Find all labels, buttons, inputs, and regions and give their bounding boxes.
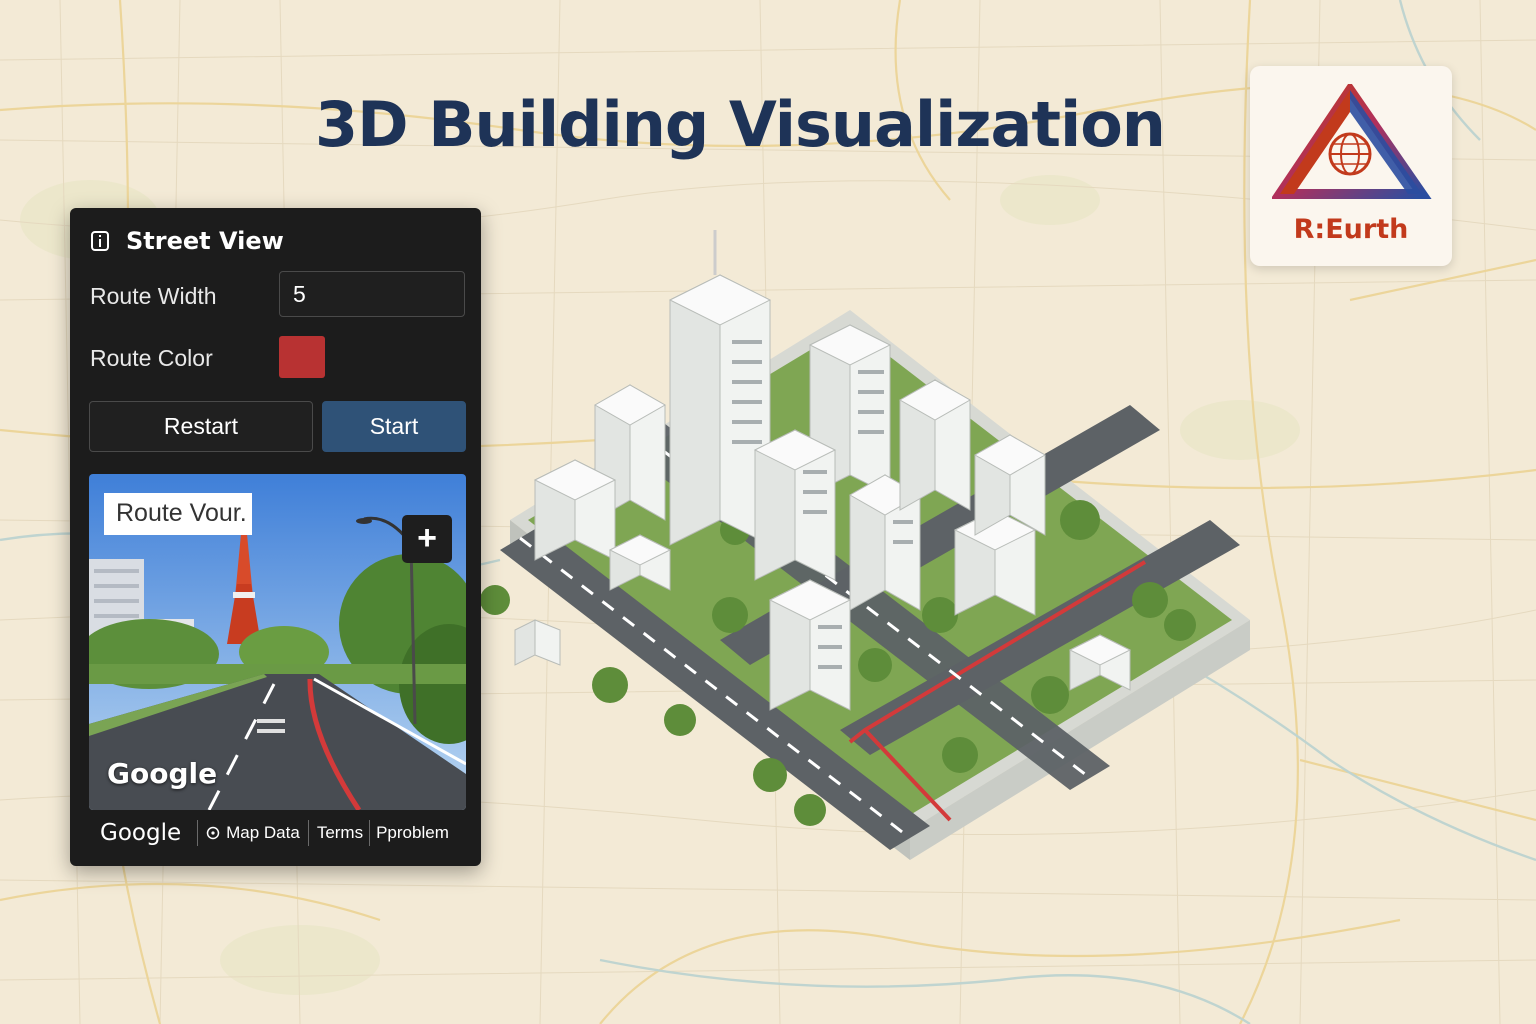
info-icon bbox=[91, 231, 109, 251]
footer-google-logo: Google bbox=[100, 820, 182, 846]
footer-divider bbox=[369, 820, 371, 846]
street-view-zoom-button[interactable]: + bbox=[402, 515, 452, 563]
start-button[interactable]: Start bbox=[322, 401, 466, 452]
map-data-label: Map Data bbox=[226, 823, 300, 842]
street-view-google-watermark: Google bbox=[107, 757, 218, 790]
reearth-logo-icon bbox=[1272, 84, 1432, 199]
route-width-input[interactable] bbox=[279, 271, 465, 317]
map-data-link[interactable]: Map Data bbox=[206, 823, 300, 843]
footer-divider bbox=[197, 820, 199, 846]
terms-link[interactable]: Terms bbox=[317, 823, 363, 843]
street-view-label: Route Vour. bbox=[104, 493, 252, 535]
city-3d-model bbox=[480, 230, 1250, 860]
map-footer: Google Map Data Terms Pproblem bbox=[100, 818, 449, 848]
footer-divider bbox=[307, 820, 309, 846]
report-problem-link[interactable]: Pproblem bbox=[376, 823, 449, 843]
logo-card: R:Eurth bbox=[1250, 66, 1452, 266]
map-data-icon bbox=[206, 826, 220, 840]
route-color-label: Route Color bbox=[90, 345, 213, 371]
street-view-panel: Street View Route Width Route Color Rest… bbox=[70, 208, 481, 866]
panel-header: Street View bbox=[90, 226, 284, 256]
logo-text: R:Eurth bbox=[1293, 214, 1409, 245]
route-width-label: Route Width bbox=[90, 283, 217, 309]
route-color-swatch[interactable] bbox=[279, 336, 325, 378]
panel-title: Street View bbox=[126, 227, 284, 255]
restart-button[interactable]: Restart bbox=[89, 401, 313, 452]
